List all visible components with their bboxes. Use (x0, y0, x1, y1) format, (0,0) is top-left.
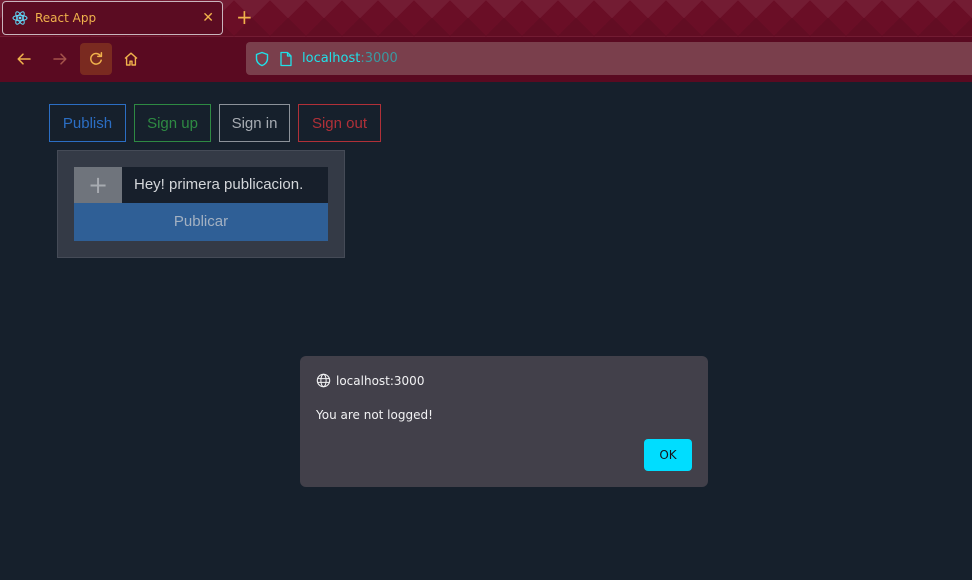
reload-button[interactable] (80, 43, 112, 75)
publicar-button[interactable]: Publicar (74, 203, 328, 241)
publish-button[interactable]: Publish (49, 104, 126, 142)
home-button[interactable] (115, 43, 147, 75)
arrow-right-icon (53, 53, 67, 65)
tab-bar: React App ✕ + (0, 0, 972, 37)
add-button[interactable]: + (74, 167, 122, 203)
globe-icon (316, 373, 331, 388)
publication-input[interactable]: Hey! primera publicacion. (122, 167, 328, 203)
publication-composer: + Hey! primera publicacion. Publicar (57, 150, 345, 258)
dialog-origin: localhost:3000 (336, 373, 425, 388)
alert-dialog: localhost:3000 You are not logged! OK (300, 356, 708, 487)
shield-icon[interactable] (254, 51, 270, 67)
home-icon (124, 52, 138, 66)
address-bar[interactable]: localhost:3000 (246, 42, 972, 75)
sign-out-button[interactable]: Sign out (298, 104, 381, 142)
tab-title: React App (35, 11, 97, 25)
ok-button[interactable]: OK (644, 439, 692, 471)
url-text[interactable]: localhost:3000 (302, 51, 398, 66)
sign-in-button[interactable]: Sign in (219, 104, 290, 142)
navigation-bar: localhost:3000 (0, 37, 972, 82)
react-logo-icon (12, 10, 28, 26)
back-button[interactable] (8, 43, 40, 75)
forward-button[interactable] (44, 43, 76, 75)
reload-icon (90, 52, 103, 65)
page-icon[interactable] (279, 51, 293, 67)
url-host: localhost (302, 51, 361, 66)
tab-close-icon[interactable]: ✕ (202, 10, 214, 26)
dialog-header: localhost:3000 (316, 373, 424, 388)
url-port: :3000 (360, 51, 398, 66)
dialog-message: You are not logged! (316, 408, 433, 422)
tab-react-app[interactable]: React App ✕ (2, 1, 223, 35)
arrow-left-icon (17, 53, 31, 65)
new-tab-icon[interactable]: + (236, 7, 253, 27)
sign-up-button[interactable]: Sign up (134, 104, 211, 142)
